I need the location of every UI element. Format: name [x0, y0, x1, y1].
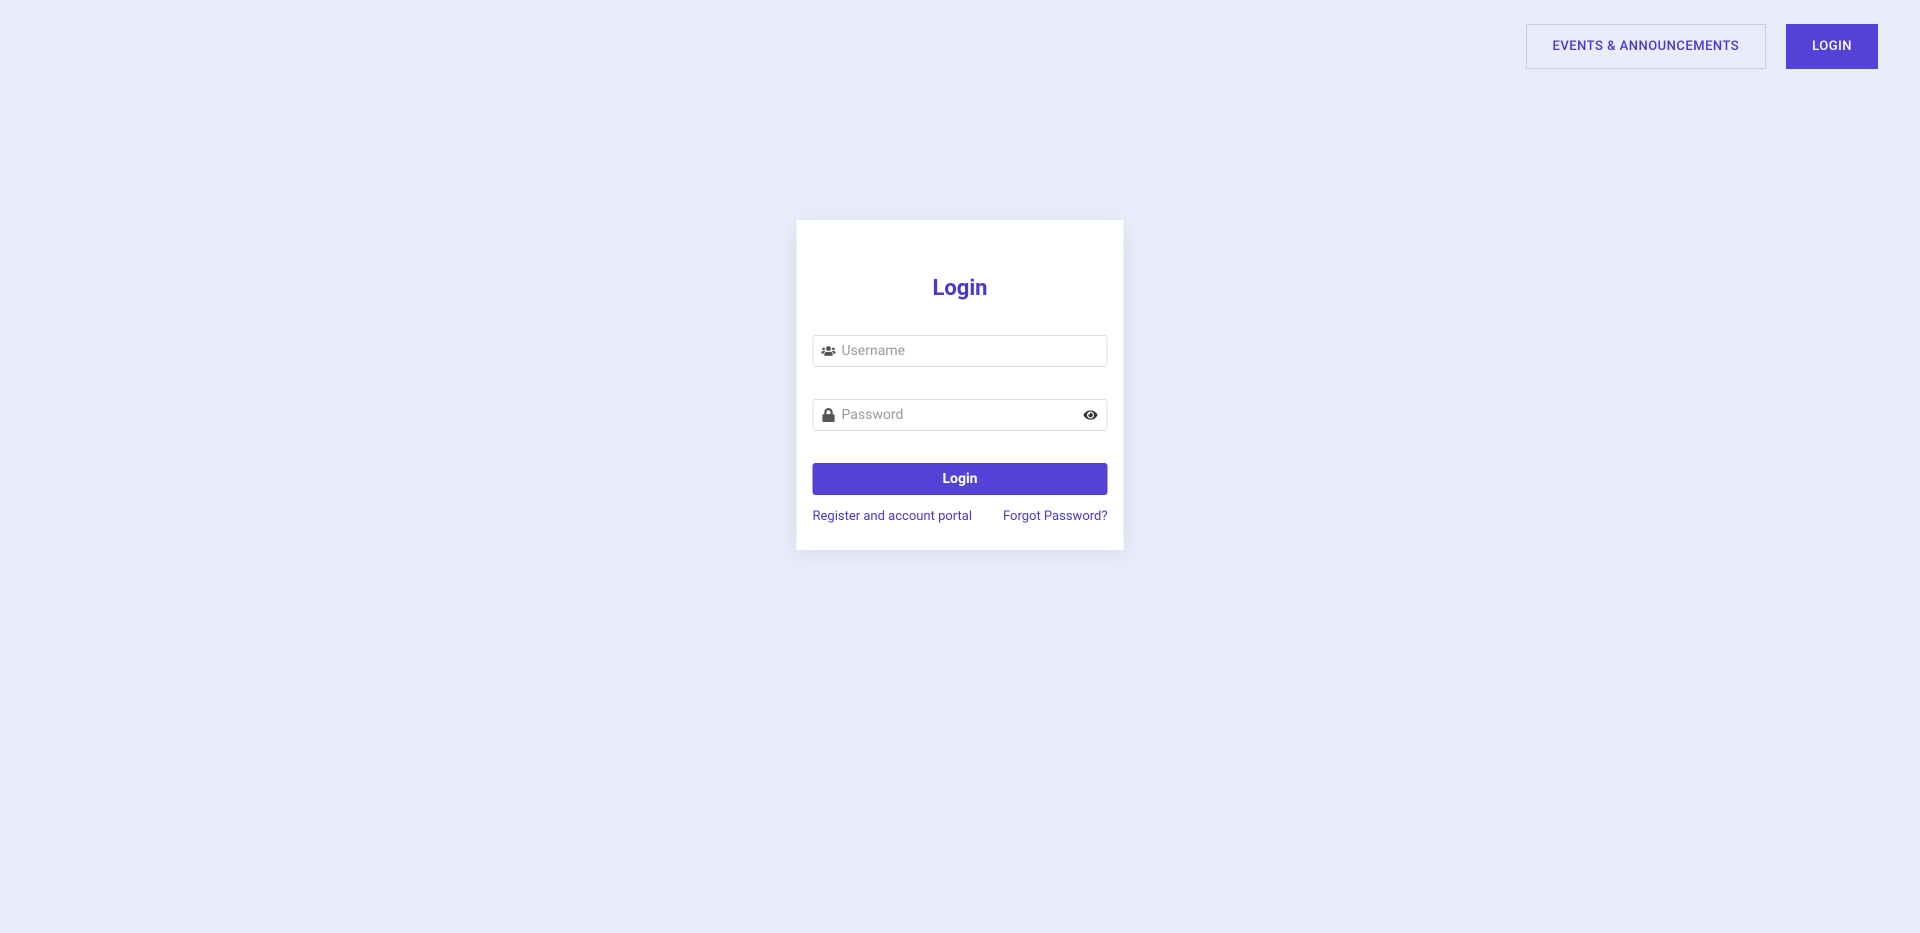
- login-submit-button[interactable]: Login: [813, 463, 1108, 495]
- password-input-group: [813, 399, 1108, 431]
- register-link[interactable]: Register and account portal: [813, 509, 973, 524]
- login-links-row: Register and account portal Forgot Passw…: [813, 509, 1108, 524]
- lock-icon: [822, 408, 836, 422]
- eye-icon[interactable]: [1084, 408, 1098, 422]
- events-announcements-button[interactable]: EVENTS & ANNOUNCEMENTS: [1526, 24, 1767, 69]
- username-input-group: [813, 335, 1108, 367]
- password-input[interactable]: [813, 399, 1108, 431]
- username-input[interactable]: [813, 335, 1108, 367]
- top-nav: EVENTS & ANNOUNCEMENTS LOGIN: [1526, 24, 1878, 69]
- users-icon: [822, 344, 836, 358]
- forgot-password-link[interactable]: Forgot Password?: [1003, 509, 1108, 524]
- login-card: Login Login Register and account portal …: [797, 220, 1124, 550]
- nav-login-button[interactable]: LOGIN: [1786, 24, 1878, 69]
- login-title: Login: [813, 276, 1108, 301]
